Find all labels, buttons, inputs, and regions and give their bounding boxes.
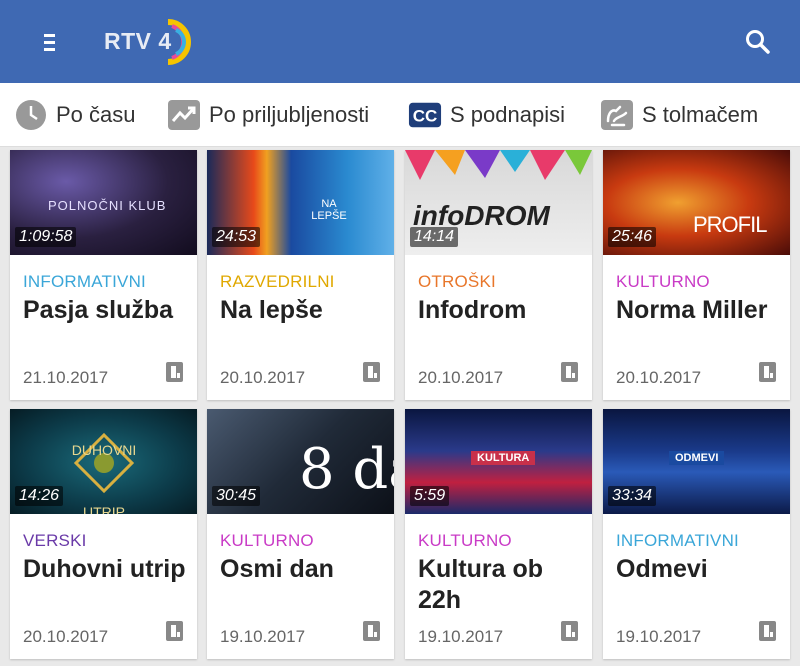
duration-badge: 14:26	[15, 486, 64, 506]
logo-ring-icon	[167, 19, 191, 65]
filter-label: Po času	[56, 102, 136, 127]
thumbnail-text: ODMEVI	[669, 451, 725, 465]
thumbnail: ODMEVI 33:34	[603, 409, 790, 514]
channel-logo-icon	[166, 621, 183, 641]
search-icon[interactable]	[743, 27, 773, 57]
trending-icon	[167, 98, 201, 132]
video-title: Pasja služba	[23, 296, 174, 324]
duration-badge: 30:45	[212, 486, 261, 506]
video-title: Na lepše	[220, 296, 323, 324]
channel-logo-icon	[363, 621, 380, 641]
air-date: 20.10.2017	[616, 368, 702, 387]
air-date: 19.10.2017	[418, 627, 504, 646]
video-title: Osmi dan	[220, 555, 334, 583]
channel-logo-icon	[166, 362, 183, 382]
thumbnail-text: KULTURA	[471, 451, 536, 465]
video-card[interactable]: DUHOVNI UTRIP 14:26 VERSKI Duhovni utrip…	[10, 409, 197, 659]
channel-logo-icon	[561, 362, 578, 382]
thumbnail-text: NA LEPŠE	[311, 198, 347, 222]
thumbnail: KULTURA 5:59	[405, 409, 592, 514]
thumbnail: DUHOVNI UTRIP 14:26	[10, 409, 197, 514]
thumbnail: NA LEPŠE 24:53	[207, 150, 394, 255]
duration-badge: 33:34	[608, 486, 657, 506]
thumbnail: PROFIL 25:46	[603, 150, 790, 255]
app-bar: RTV 4	[0, 0, 800, 83]
air-date: 20.10.2017	[418, 368, 504, 387]
duration-badge: 5:59	[410, 486, 450, 506]
video-title: Infodrom	[418, 296, 527, 324]
thumbnail: infoDROM 14:14	[405, 150, 592, 255]
air-date: 20.10.2017	[23, 627, 109, 646]
video-card[interactable]: 8 dan 30:45 KULTURNO Osmi dan 19.10.2017	[207, 409, 394, 659]
category-label: KULTURNO	[220, 531, 314, 550]
video-card[interactable]: PROFIL 25:46 KULTURNO Norma Miller 20.10…	[603, 150, 790, 400]
air-date: 19.10.2017	[616, 627, 702, 646]
video-card[interactable]: NA LEPŠE 24:53 RAZVEDRILNI Na lepše 20.1…	[207, 150, 394, 400]
duration-badge: 24:53	[212, 227, 261, 247]
air-date: 19.10.2017	[220, 627, 306, 646]
sign-language-icon	[600, 98, 634, 132]
duration-badge: 25:46	[608, 227, 657, 247]
category-label: VERSKI	[23, 531, 87, 550]
filter-label: S tolmačem	[642, 102, 759, 127]
category-label: OTROŠKI	[418, 272, 496, 291]
video-title: Duhovni utrip	[23, 555, 186, 583]
video-card[interactable]: ODMEVI 33:34 INFORMATIVNI Odmevi 19.10.2…	[603, 409, 790, 659]
thumbnail: 8 dan 30:45	[207, 409, 394, 514]
filter-label: Po priljubljenosti	[209, 102, 370, 127]
thumbnail-shapes	[405, 150, 592, 180]
filter-by-popularity[interactable]: Po priljubljenosti	[167, 97, 369, 133]
thumbnail: POLNOČNI KLUB 1:09:58	[10, 150, 197, 255]
svg-text:CC: CC	[413, 107, 438, 126]
filter-by-time[interactable]: Po času	[14, 97, 136, 133]
filter-bar: Po času Po priljubljenosti CC S podnapis…	[0, 83, 800, 147]
video-card[interactable]: infoDROM 14:14 OTROŠKI Infodrom 20.10.20…	[405, 150, 592, 400]
clock-icon	[14, 98, 48, 132]
category-label: RAZVEDRILNI	[220, 272, 335, 291]
menu-icon[interactable]	[40, 32, 60, 52]
duration-badge: 14:14	[410, 227, 459, 247]
filter-label: S podnapisi	[450, 102, 565, 127]
category-label: KULTURNO	[616, 272, 710, 291]
video-card[interactable]: POLNOČNI KLUB 1:09:58 INFORMATIVNI Pasja…	[10, 150, 197, 400]
video-title: Norma Miller	[616, 296, 768, 324]
channel-logo-icon	[561, 621, 578, 641]
video-title: Kultura ob 22h	[418, 555, 543, 614]
video-card[interactable]: KULTURA 5:59 KULTURNO Kultura ob 22h 19.…	[405, 409, 592, 659]
closed-captions-icon: CC	[408, 98, 442, 132]
category-label: KULTURNO	[418, 531, 512, 550]
channel-logo-icon	[759, 362, 776, 382]
channel-logo-icon	[363, 362, 380, 382]
channel-logo-icon	[759, 621, 776, 641]
air-date: 21.10.2017	[23, 368, 109, 387]
video-title: Odmevi	[616, 555, 708, 583]
thumbnail-text: PROFIL	[693, 212, 767, 237]
duration-badge: 1:09:58	[15, 227, 77, 247]
thumbnail-text: 8 dan	[299, 437, 394, 502]
thumbnail-text: DUHOVNI UTRIP	[71, 442, 137, 514]
rtv4-logo[interactable]: RTV 4	[104, 18, 204, 66]
category-label: INFORMATIVNI	[616, 531, 739, 550]
filter-with-interpreter[interactable]: S tolmačem	[600, 97, 758, 133]
air-date: 20.10.2017	[220, 368, 306, 387]
category-label: INFORMATIVNI	[23, 272, 146, 291]
thumbnail-text: POLNOČNI KLUB	[48, 198, 167, 213]
filter-with-subtitles[interactable]: CC S podnapisi	[408, 97, 565, 133]
